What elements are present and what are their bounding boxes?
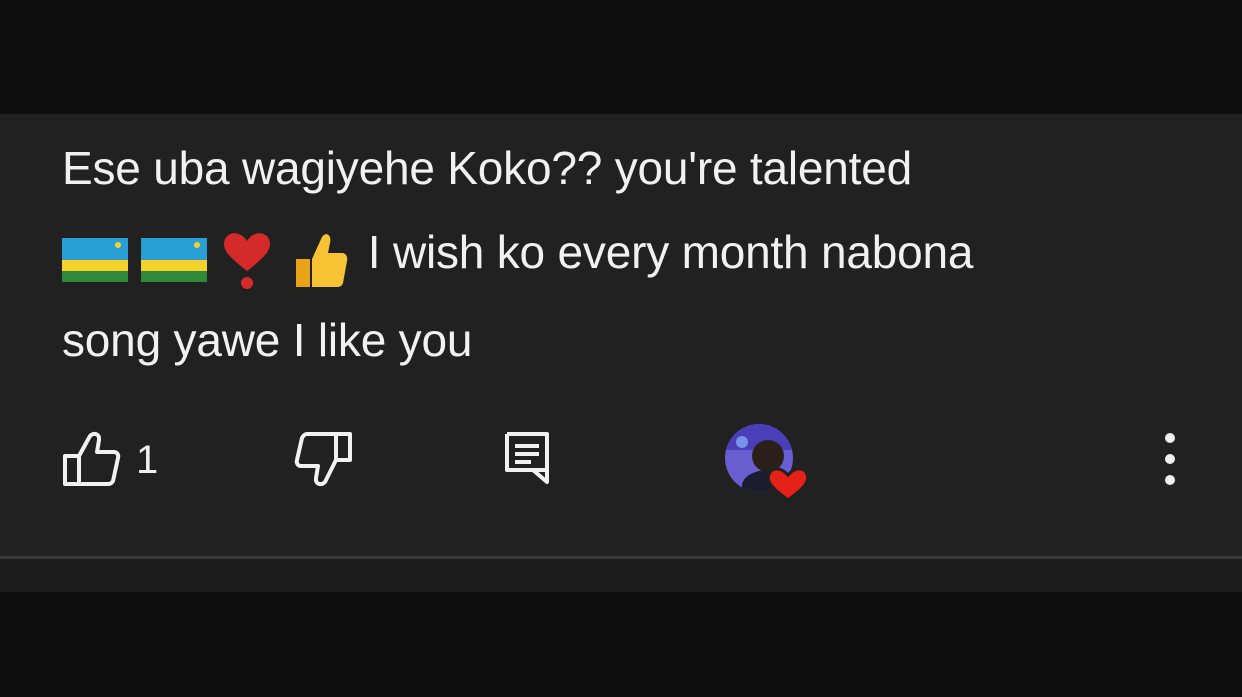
- comment-line-2-text: I wish ko every month nabona: [367, 226, 974, 278]
- reply-comment-icon: [505, 432, 549, 484]
- rwanda-flag-icon: [140, 237, 207, 282]
- dislike-button[interactable]: [292, 430, 354, 490]
- top-bar: [0, 0, 1242, 114]
- thumbs-up-outline-icon: [63, 431, 121, 486]
- comment-line-1: Ese uba wagiyehe Koko?? you're talented: [62, 142, 913, 194]
- more-options-button[interactable]: [1155, 432, 1185, 486]
- creator-heart-badge[interactable]: [724, 422, 814, 504]
- rwanda-flag-icon: [62, 237, 128, 282]
- like-button[interactable]: 1: [62, 430, 158, 490]
- like-count: 1: [136, 438, 159, 482]
- reply-button[interactable]: [503, 430, 553, 486]
- comment-actions: 1: [0, 420, 1242, 502]
- heart-exclamation-icon: [224, 232, 271, 289]
- thumbs-down-outline-icon: [294, 432, 352, 487]
- comment-text: Ese uba wagiyehe Koko?? you're talented: [62, 126, 1182, 382]
- comment-line-3: song yawe I like you: [62, 313, 473, 366]
- creator-avatar-heart-icon: [725, 424, 810, 502]
- below-card-strip: [0, 559, 1242, 592]
- thumbs-up-emoji-icon: [295, 233, 348, 287]
- bottom-bar: [0, 592, 1242, 697]
- vertical-dots-icon: [1165, 433, 1175, 485]
- emoji-group: [62, 214, 350, 298]
- comment-line-2: I wish ko every month nabona: [62, 210, 1182, 298]
